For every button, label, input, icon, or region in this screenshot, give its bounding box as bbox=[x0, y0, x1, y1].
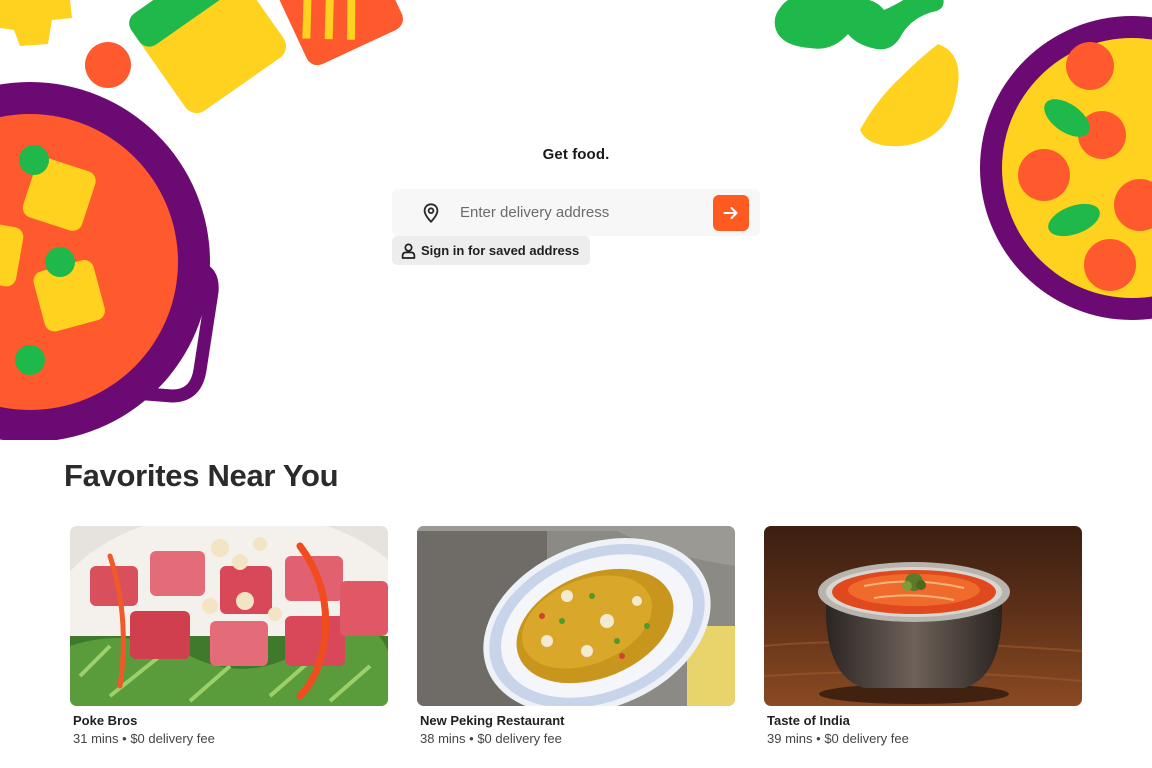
map-pin-icon bbox=[423, 203, 439, 224]
hero-section: Get food. Sign in for saved address bbox=[0, 0, 1152, 440]
restaurant-card[interactable]: Taste of India 39 mins • $0 delivery fee bbox=[764, 526, 1082, 766]
pan-illustration-left bbox=[0, 0, 403, 440]
delivery-fee: $0 delivery fee bbox=[477, 731, 562, 746]
restaurant-meta: 39 mins • $0 delivery fee bbox=[767, 730, 1082, 747]
address-search-bar bbox=[392, 189, 760, 236]
page: Get food. Sign in for saved address Favo… bbox=[0, 0, 1152, 768]
person-icon bbox=[401, 243, 416, 259]
curry-bowl-photo bbox=[764, 526, 1082, 706]
restaurant-card-list: Poke Bros 31 mins • $0 delivery fee New … bbox=[70, 526, 1082, 768]
meta-separator: • bbox=[465, 731, 478, 746]
delivery-address-input[interactable] bbox=[452, 195, 718, 229]
restaurant-name: New Peking Restaurant bbox=[420, 713, 565, 728]
arrow-right-icon bbox=[723, 207, 738, 219]
restaurant-meta: 31 mins • $0 delivery fee bbox=[73, 730, 388, 747]
restaurant-name: Taste of India bbox=[767, 713, 850, 728]
hero-title: Get food. bbox=[542, 146, 610, 163]
meta-separator: • bbox=[812, 731, 825, 746]
delivery-fee: $0 delivery fee bbox=[824, 731, 909, 746]
delivery-fee: $0 delivery fee bbox=[130, 731, 215, 746]
restaurant-name: Poke Bros bbox=[73, 713, 138, 728]
sign-in-saved-address-button[interactable]: Sign in for saved address bbox=[392, 236, 591, 265]
meta-separator: • bbox=[118, 731, 131, 746]
restaurant-card[interactable]: Poke Bros 31 mins • $0 delivery fee bbox=[70, 526, 388, 766]
fried-rice-photo bbox=[417, 526, 735, 706]
restaurant-meta: 38 mins • $0 delivery fee bbox=[420, 730, 735, 747]
restaurant-card[interactable]: New Peking Restaurant 38 mins • $0 deliv… bbox=[417, 526, 735, 766]
submit-address-button[interactable] bbox=[713, 195, 749, 231]
favorites-section-title: Favorites Near You bbox=[64, 458, 339, 493]
pizza-illustration-right bbox=[774, 0, 1152, 320]
sign-in-label: Sign in for saved address bbox=[421, 243, 580, 258]
poke-bowl-photo bbox=[70, 526, 388, 706]
delivery-time: 31 mins bbox=[73, 731, 119, 746]
delivery-time: 38 mins bbox=[420, 731, 466, 746]
delivery-time: 39 mins bbox=[767, 731, 813, 746]
